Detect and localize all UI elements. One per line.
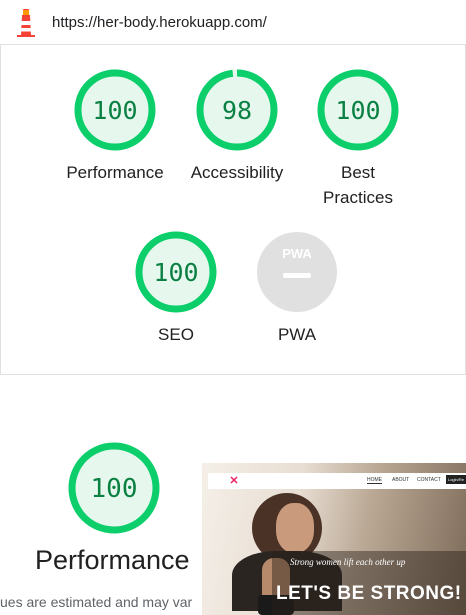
gauge-pwa[interactable]: PWA PWA: [242, 230, 352, 347]
gauge-score: 100: [153, 258, 198, 287]
hero-tagline: Strong women lift each other up: [290, 557, 406, 567]
panel-border: [0, 44, 1, 374]
gauge-label: Best Practices: [323, 163, 393, 207]
performance-score: 100: [91, 474, 138, 504]
gauge-performance[interactable]: 100 Performance: [60, 68, 170, 185]
nav-contact-link: CONTACT: [417, 477, 441, 483]
pwa-badge-text: PWA: [282, 246, 312, 261]
nav-home-link: HOME: [367, 477, 382, 484]
performance-gauge-large: 100: [68, 442, 160, 534]
gauge-label: Performance: [66, 163, 164, 182]
url-bar: https://her-body.herokuapp.com/: [0, 0, 466, 45]
gauge-label: Accessibility: [190, 163, 284, 182]
estimate-note: ues are estimated and may var: [0, 594, 193, 610]
photo-person: [276, 503, 314, 553]
gauge-score: 100: [92, 96, 137, 125]
gauge-ring: 100: [74, 69, 156, 151]
nav-about-link: ABOUT: [392, 477, 410, 483]
gauge-best-practices[interactable]: 100 Best Practices: [303, 68, 413, 210]
gauge-seo[interactable]: 100 SEO: [121, 230, 231, 347]
performance-title: Performance: [35, 545, 190, 575]
gauge-score: 100: [335, 96, 380, 125]
gauge-accessibility[interactable]: 98 Accessibility: [182, 68, 292, 185]
gauge-ring: 98: [196, 69, 278, 151]
page-url[interactable]: https://her-body.herokuapp.com/: [52, 14, 267, 31]
gauge-score: 98: [222, 96, 252, 125]
final-screenshot[interactable]: HOME ABOUT CONTACT Login/Re Strong women…: [202, 463, 466, 615]
gauge-label: SEO: [158, 325, 194, 344]
hero-headline: LET'S BE STRONG!: [276, 583, 462, 604]
site-logo-icon: [230, 476, 238, 484]
nav-login-button: Login/Re: [446, 475, 466, 484]
lighthouse-icon: [17, 9, 35, 37]
gauge-ring: 100: [135, 231, 217, 313]
gauge-label: PWA: [277, 325, 317, 344]
gauge-ring: 100: [317, 69, 399, 151]
section-divider: [0, 374, 466, 375]
pwa-badge-icon: PWA: [257, 232, 337, 312]
